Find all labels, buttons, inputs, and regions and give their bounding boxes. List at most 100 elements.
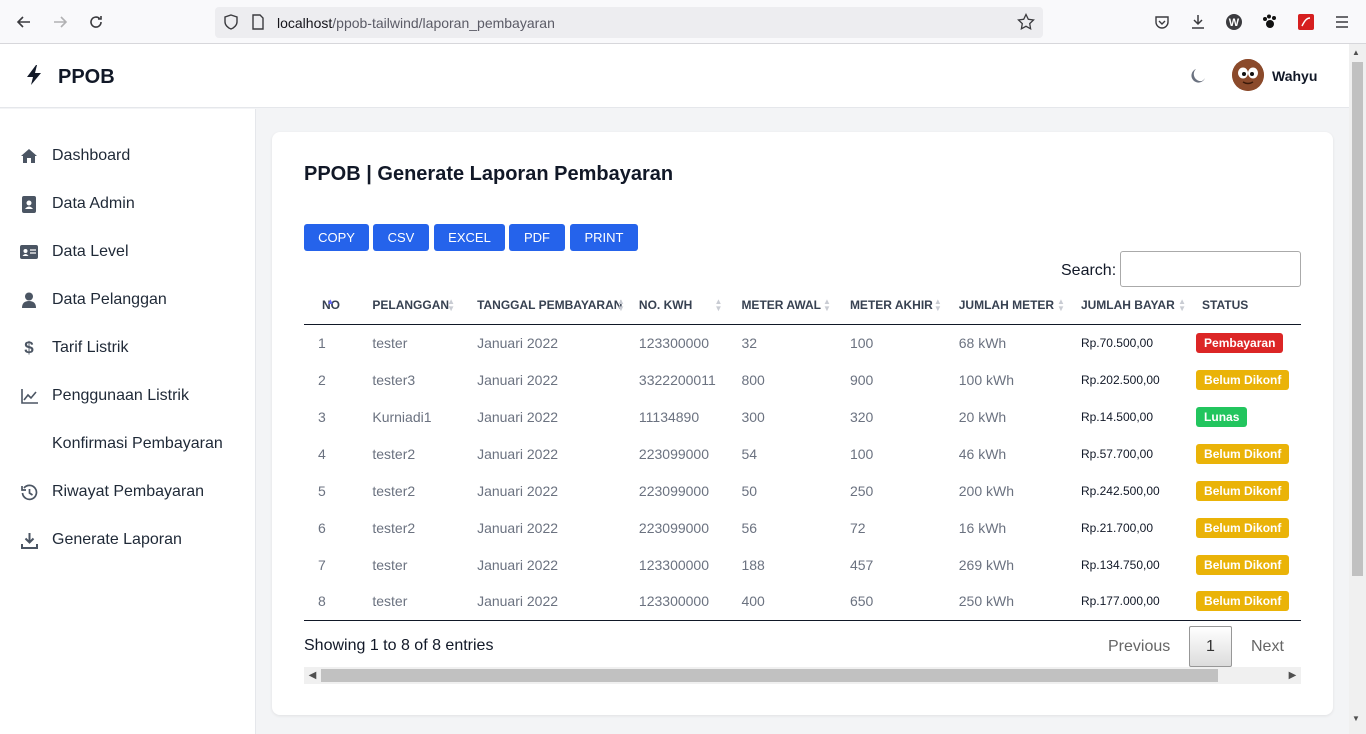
page-title: PPOB | Generate Laporan Pembayaran	[304, 163, 674, 185]
page-icon[interactable]	[251, 14, 265, 35]
dollar-icon: $	[24, 338, 34, 357]
download-toolbar-icon[interactable]	[1188, 12, 1208, 32]
cell-awal: 400	[728, 583, 837, 621]
scroll-down-arrow-icon[interactable]: ▼	[1352, 714, 1360, 723]
column-header-meter-awal[interactable]: METER AWAL ▲ ▼	[728, 287, 837, 325]
sidebar-item-generate-laporan[interactable]: Generate Laporan	[20, 528, 182, 552]
report-card: PPOB | Generate Laporan Pembayaran COPY …	[272, 132, 1333, 715]
menu-hamburger-icon[interactable]	[1332, 12, 1352, 32]
cell-akhir: 900	[849, 371, 874, 388]
cell-awal: 188	[741, 556, 765, 573]
horizontal-scrollbar-thumb[interactable]	[321, 669, 1218, 682]
print-button[interactable]: PRINT	[570, 224, 638, 251]
column-header-meter-akhir[interactable]: METER AKHIR ▲ ▼	[836, 287, 948, 325]
status-badge: Belum Dikonf	[1196, 443, 1290, 464]
scroll-left-arrow-icon[interactable]: ◀	[304, 668, 321, 683]
sidebar-item-label: Tarif Listrik	[52, 339, 129, 356]
sidebar-item-data-level[interactable]: Data Level	[20, 240, 129, 264]
cell-bayar: Rp.134.750,00	[1080, 557, 1160, 572]
cell-no: 7	[318, 556, 326, 573]
table-row: 1 tester Januari 2022 123300000 32 100 68 kWh R…	[304, 324, 1301, 361]
status-badge: Belum Dikonf	[1196, 480, 1290, 501]
cell-akhir: 650	[836, 583, 948, 621]
sidebar-item-data-pelanggan[interactable]: Data Pelanggan	[20, 288, 167, 312]
cell-kwh: 123300000	[630, 583, 729, 621]
search-input[interactable]	[1120, 251, 1301, 287]
back-arrow-icon[interactable]	[13, 11, 35, 33]
cell-status: Belum Dikonf	[1192, 472, 1301, 509]
table-row: 7 tester Januari 2022 123300000 188 457 269 kW…	[304, 546, 1301, 583]
url-text[interactable]: localhost/ppob-tailwind/laporan_pembayar…	[277, 15, 555, 31]
pdf-extension-icon[interactable]	[1296, 12, 1316, 32]
pagination-next-button[interactable]: Next	[1251, 638, 1284, 656]
cell-bayar: Rp.242.500,00	[1080, 483, 1160, 498]
cell-awal: 32	[741, 334, 758, 351]
cell-tanggal: Januari 2022	[477, 371, 559, 388]
shield-icon[interactable]	[223, 14, 239, 35]
cell-pelanggan: tester3	[372, 371, 416, 388]
column-header-tanggal-pembayaran[interactable]: TANGGAL PEMBAYARAN ▲ ▼	[461, 287, 631, 325]
status-badge: Pembayaran	[1196, 332, 1284, 353]
cell-jumlah: 250 kWh	[947, 583, 1071, 621]
cell-awal: 300	[741, 408, 765, 425]
sort-icon: ▲ ▼	[617, 297, 625, 313]
column-header-jumlah-meter[interactable]: JUMLAH METER ▲ ▼	[947, 287, 1071, 325]
scroll-right-arrow-icon[interactable]: ▶	[1284, 668, 1301, 683]
cell-awal: 56	[741, 519, 758, 536]
url-path: /ppob-tailwind/laporan_pembayaran	[332, 15, 555, 31]
cell-status: Belum Dikonf	[1192, 509, 1301, 546]
avatar[interactable]	[1232, 59, 1264, 91]
column-header-label: PELANGGAN	[372, 298, 450, 313]
column-header-label: JUMLAH BAYAR	[1080, 298, 1175, 313]
column-header-label: METER AKHIR	[849, 298, 933, 313]
column-header-pelanggan[interactable]: PELANGGAN ▲ ▼	[356, 287, 462, 325]
wordpress-extension-icon[interactable]: W	[1224, 12, 1244, 32]
column-header-jumlah-bayar[interactable]: JUMLAH BAYAR ▲ ▼	[1070, 287, 1193, 325]
sidebar-item-riwayat-pembayaran[interactable]: Riwayat Pembayaran	[20, 480, 204, 504]
cell-bayar: Rp.21.700,00	[1080, 520, 1154, 535]
cell-status: Belum Dikonf	[1192, 361, 1301, 398]
app-header: PPOB Wahyu	[0, 44, 1349, 108]
cell-pelanggan: tester2	[372, 482, 416, 499]
scroll-up-arrow-icon[interactable]: ▲	[1352, 48, 1360, 57]
cell-status: Belum Dikonf	[1192, 583, 1301, 621]
vertical-scrollbar-thumb[interactable]	[1352, 62, 1363, 576]
brand[interactable]: PPOB	[24, 64, 115, 91]
horizontal-scrollbar[interactable]: ◀ ▶	[304, 667, 1301, 684]
reload-icon[interactable]	[85, 11, 107, 33]
chart-line-icon	[20, 387, 38, 405]
address-bar[interactable]: localhost/ppob-tailwind/laporan_pembayar…	[215, 7, 1043, 38]
cell-tanggal: Januari 2022	[477, 519, 559, 536]
address-card-icon	[20, 243, 38, 261]
user-name[interactable]: Wahyu	[1272, 68, 1317, 84]
excel-button[interactable]: EXCEL	[434, 224, 505, 251]
sidebar-item-dashboard[interactable]: Dashboard	[20, 144, 130, 168]
forward-arrow-icon[interactable]	[49, 11, 71, 33]
sort-icon: ▲ ▼	[933, 297, 942, 313]
cell-pelanggan: tester	[372, 334, 408, 351]
bookmark-star-icon[interactable]	[1017, 12, 1035, 36]
cell-akhir: 100	[849, 334, 874, 351]
sidebar-item-penggunaan-listrik[interactable]: Penggunaan Listrik	[20, 384, 189, 408]
sidebar-item-data-admin[interactable]: Data Admin	[20, 192, 135, 216]
cell-jumlah: 269 kWh	[958, 556, 1014, 573]
vertical-scrollbar[interactable]: ▲ ▼	[1349, 44, 1366, 734]
copy-button[interactable]: COPY	[304, 224, 369, 251]
pagination-page-button[interactable]: 1	[1189, 626, 1232, 667]
column-header-no[interactable]: NO ▲	[304, 287, 357, 325]
cell-bayar: Rp.202.500,00	[1080, 372, 1160, 387]
cell-awal: 54	[741, 445, 758, 462]
paw-extension-icon[interactable]	[1260, 12, 1280, 32]
sidebar-item-tarif-listrik[interactable]: $ Tarif Listrik	[20, 336, 128, 360]
sort-icon: ▲ ▼	[1178, 297, 1187, 313]
pagination-previous-button[interactable]: Previous	[1108, 638, 1170, 656]
cell-kwh: 123300000	[638, 556, 709, 573]
dark-mode-moon-icon[interactable]	[1188, 66, 1208, 91]
sidebar-item-konfirmasi-pembayaran[interactable]: Konfirmasi Pembayaran	[20, 432, 223, 456]
table-body: 1 tester Januari 2022 123300000 32 100 68 kWh R…	[304, 324, 1301, 621]
pdf-button[interactable]: PDF	[509, 224, 565, 251]
column-header-no-kwh[interactable]: NO. KWH ▲ ▼	[630, 287, 729, 325]
pocket-icon[interactable]	[1152, 12, 1172, 32]
column-header-status[interactable]: STATUS	[1192, 287, 1301, 325]
csv-button[interactable]: CSV	[373, 224, 429, 251]
